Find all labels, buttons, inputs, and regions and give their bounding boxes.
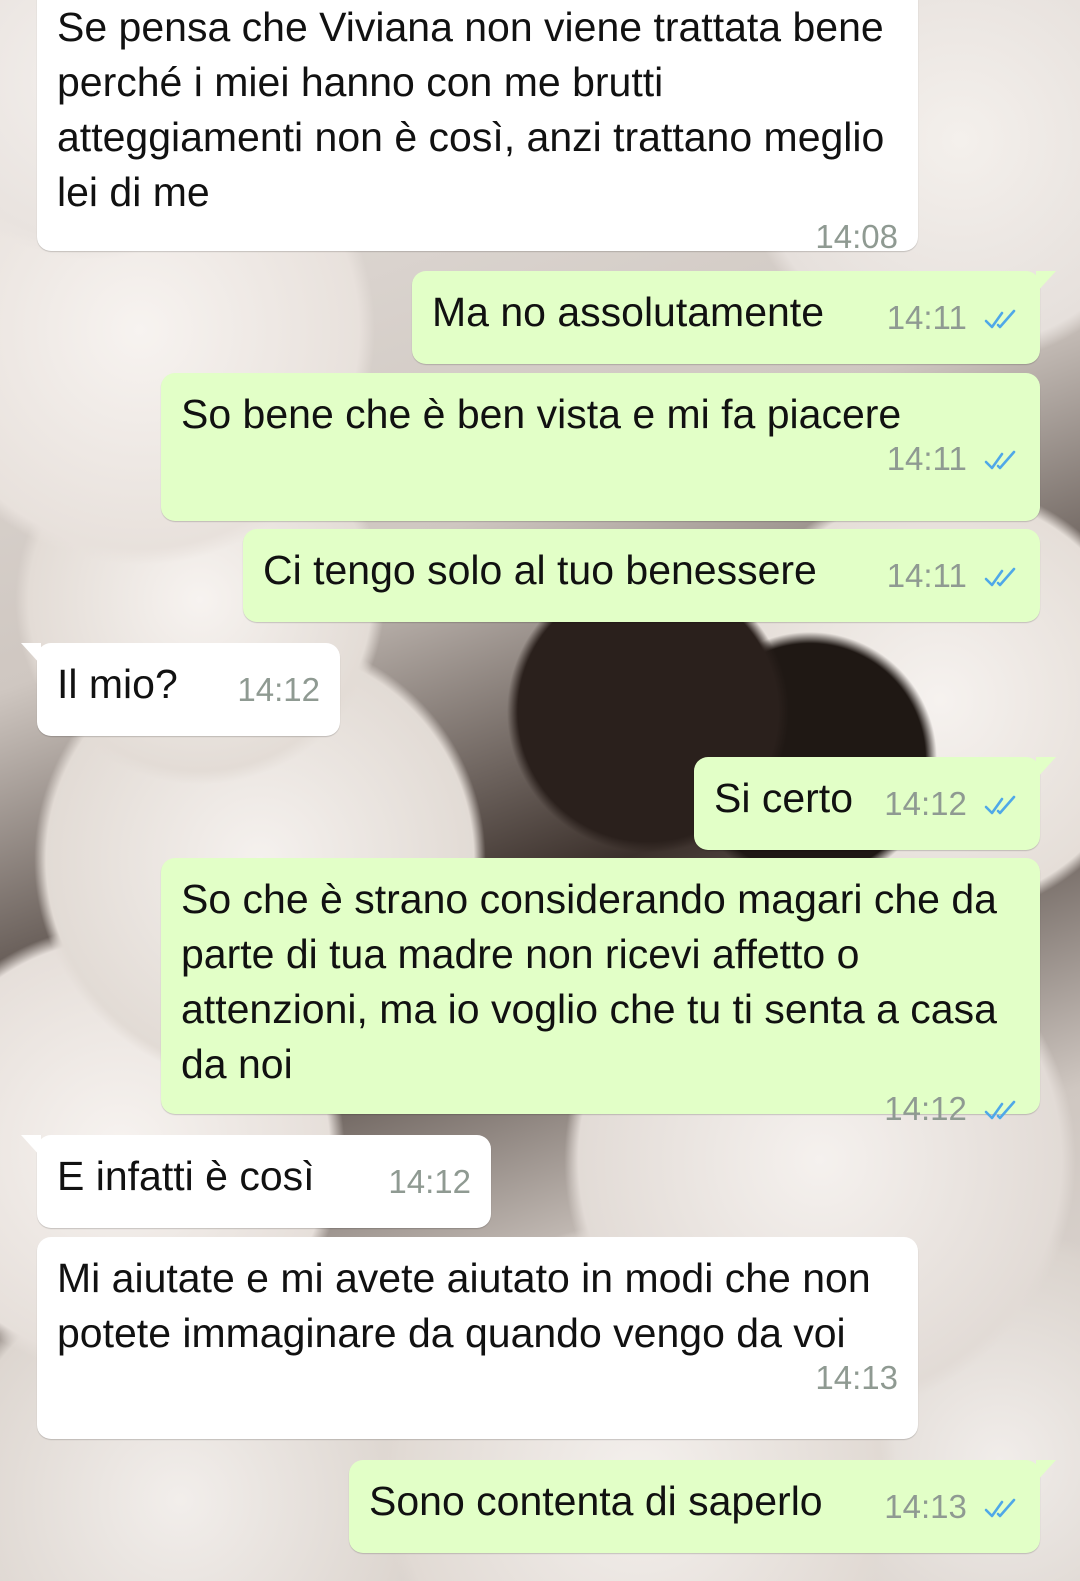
message-time: 14:08 bbox=[815, 218, 898, 255]
message-meta: 14:12 bbox=[388, 1165, 471, 1198]
message-time: 14:13 bbox=[884, 1488, 967, 1525]
message-outgoing[interactable]: Si certo 14:12 bbox=[694, 757, 1056, 850]
message-text: Se pensa che Viviana non viene trattata … bbox=[57, 4, 885, 215]
message-outgoing[interactable]: Sono contenta di saperlo 14:13 bbox=[349, 1460, 1056, 1553]
message-text: Sono contenta di saperlo bbox=[369, 1478, 823, 1524]
message-meta: 14:11 bbox=[887, 301, 1020, 334]
message-text: Ci tengo solo al tuo benessere bbox=[263, 547, 817, 593]
message-incoming[interactable]: Il mio? 14:12 bbox=[21, 643, 340, 736]
message-text: E infatti è così bbox=[57, 1153, 315, 1199]
message-meta: 14:12 bbox=[237, 673, 320, 706]
message-time: 14:12 bbox=[388, 1163, 471, 1200]
message-meta: 14:12 bbox=[197, 1092, 1020, 1125]
message-outgoing[interactable]: Ci tengo solo al tuo benessere 14:11 bbox=[243, 529, 1040, 622]
message-outgoing[interactable]: So che è strano considerando magari che … bbox=[161, 858, 1040, 1125]
double-check-icon bbox=[984, 567, 1016, 587]
message-text: Mi aiutate e mi avete aiutato in modi ch… bbox=[57, 1255, 871, 1356]
message-text: So bene che è ben vista e mi fa piacere bbox=[181, 391, 902, 437]
message-meta: 14:11 bbox=[887, 559, 1020, 592]
double-check-icon bbox=[984, 1100, 1016, 1120]
message-outgoing[interactable]: So bene che è ben vista e mi fa piacere … bbox=[161, 373, 1040, 521]
message-incoming[interactable]: Mi aiutate e mi avete aiutato in modi ch… bbox=[37, 1237, 918, 1439]
message-meta: 14:13 bbox=[884, 1490, 1020, 1523]
message-meta: 14:13 bbox=[73, 1361, 898, 1394]
message-meta: 14:11 bbox=[197, 442, 1020, 475]
message-text: Il mio? bbox=[57, 661, 178, 707]
double-check-icon bbox=[984, 450, 1016, 470]
message-outgoing[interactable]: Ma no assolutamente 14:11 bbox=[412, 271, 1056, 364]
message-time: 14:12 bbox=[884, 785, 967, 822]
double-check-icon bbox=[984, 309, 1016, 329]
message-meta: 14:08 bbox=[73, 220, 898, 253]
message-list[interactable]: Se pensa che Viviana non viene trattata … bbox=[0, 0, 1080, 1581]
double-check-icon bbox=[984, 1498, 1016, 1518]
message-incoming[interactable]: Se pensa che Viviana non viene trattata … bbox=[37, 0, 918, 253]
message-time: 14:13 bbox=[815, 1359, 898, 1396]
message-time: 14:11 bbox=[886, 299, 967, 336]
message-time: 14:12 bbox=[884, 1090, 967, 1127]
message-time: 14:11 bbox=[886, 557, 967, 594]
message-time: 14:12 bbox=[237, 671, 320, 708]
message-incoming[interactable]: E infatti è così 14:12 bbox=[21, 1135, 491, 1228]
message-meta: 14:12 bbox=[884, 787, 1020, 820]
double-check-icon bbox=[984, 795, 1016, 815]
message-text: Ma no assolutamente bbox=[432, 289, 825, 335]
message-text: Si certo bbox=[714, 775, 853, 821]
message-text: So che è strano considerando magari che … bbox=[181, 876, 997, 1087]
message-time: 14:11 bbox=[886, 440, 967, 477]
